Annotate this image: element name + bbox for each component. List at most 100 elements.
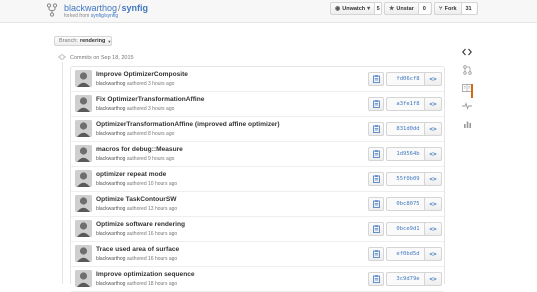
commit-title[interactable]: Trace used area of surface — [96, 246, 179, 253]
clipboard-icon — [372, 75, 380, 83]
avatar[interactable] — [75, 145, 92, 162]
commit-title[interactable]: macros for debug::Measure — [96, 146, 183, 153]
commit-time: authored 18 hours ago — [126, 281, 178, 287]
sidebar-item-pull-requests[interactable] — [457, 61, 477, 79]
clipboard-icon — [372, 125, 380, 133]
repo-header: blackwarthog/synfig forked from synfig/s… — [0, 0, 537, 23]
forks-count[interactable]: 31 — [460, 3, 476, 14]
copy-sha-button[interactable] — [368, 147, 384, 161]
unwatch-button[interactable]: ◉ Unwatch ▾ 5 — [330, 2, 382, 15]
commit-author[interactable]: blackwarthog — [96, 181, 125, 187]
copy-sha-button[interactable] — [368, 247, 384, 261]
commit-time: authored 10 hours ago — [126, 181, 178, 187]
commit-meta: blackwarthog authored 3 hours ago — [96, 106, 174, 112]
unstar-label: Unstar — [396, 5, 414, 12]
clipboard-icon — [372, 250, 380, 258]
browse-repo-button[interactable]: <> — [424, 147, 442, 161]
eye-icon: ◉ — [335, 6, 341, 12]
commit-title[interactable]: Fix OptimizerTransformationAffine — [96, 96, 204, 103]
commit-meta: blackwarthog authored 16 hours ago — [96, 231, 177, 237]
sidebar-item-pulse[interactable] — [457, 97, 477, 115]
active-indicator — [471, 84, 473, 98]
browse-repo-button[interactable]: <> — [424, 97, 442, 111]
commit-row: Optimize software rendering blackwarthog… — [71, 217, 444, 242]
avatar[interactable] — [75, 245, 92, 262]
commit-title[interactable]: Optimize TaskContourSW — [96, 196, 176, 203]
commit-row: macros for debug::Measure blackwarthog a… — [71, 142, 444, 167]
commit-title[interactable]: OptimizerTransformationAffine (improved … — [96, 121, 280, 128]
commit-author[interactable]: blackwarthog — [96, 131, 125, 137]
avatar[interactable] — [75, 95, 92, 112]
commit-title[interactable]: optimizer repeat mode — [96, 171, 166, 178]
commit-author[interactable]: blackwarthog — [96, 256, 125, 262]
commit-author[interactable]: blackwarthog — [96, 231, 125, 237]
unstar-button[interactable]: ★ Unstar 0 — [384, 2, 432, 15]
fork-button[interactable]: ⑂ Fork 31 — [434, 2, 478, 15]
browse-repo-button[interactable]: <> — [424, 197, 442, 211]
copy-sha-button[interactable] — [368, 122, 384, 136]
browse-repo-button[interactable]: <> — [424, 122, 442, 136]
clipboard-icon — [372, 200, 380, 208]
star-icon: ★ — [389, 6, 395, 12]
pulse-icon — [462, 102, 472, 110]
commit-time: authored 13 hours ago — [126, 206, 178, 212]
commit-title[interactable]: Improve OptimizerComposite — [96, 71, 188, 78]
commit-time: authored 16 hours ago — [126, 231, 178, 237]
clipboard-icon — [372, 175, 380, 183]
browse-repo-button[interactable]: <> — [424, 172, 442, 186]
git-commit-icon — [58, 54, 66, 60]
commit-group-date: Commits on Sep 18, 2015 — [70, 55, 134, 61]
commit-meta: blackwarthog authored 9 hours ago — [96, 156, 174, 162]
commit-row: Improve optimization sequence blackwarth… — [71, 267, 444, 292]
commit-author[interactable]: blackwarthog — [96, 156, 125, 162]
fork-label: Fork — [444, 5, 457, 12]
sidebar-item-code[interactable] — [457, 43, 477, 61]
commit-author[interactable]: blackwarthog — [96, 206, 125, 212]
commit-title[interactable]: Improve optimization sequence — [96, 271, 195, 278]
repo-forked-icon — [46, 3, 58, 17]
sidebar-item-graphs[interactable] — [457, 115, 477, 133]
commit-row: optimizer repeat mode blackwarthog autho… — [71, 167, 444, 192]
browse-repo-button[interactable]: <> — [424, 72, 442, 86]
avatar[interactable] — [75, 70, 92, 87]
chevron-down-icon: ▾ — [367, 6, 371, 12]
commit-meta: blackwarthog authored 13 hours ago — [96, 206, 177, 212]
forked-source-link[interactable]: synfig/synfig — [91, 13, 119, 19]
copy-sha-button[interactable] — [368, 222, 384, 236]
copy-sha-button[interactable] — [368, 72, 384, 86]
avatar[interactable] — [75, 270, 92, 287]
browse-repo-button[interactable]: <> — [424, 247, 442, 261]
commit-time: authored 3 hours ago — [126, 81, 175, 87]
commit-meta: blackwarthog authored 3 hours ago — [96, 81, 174, 87]
forked-prefix: forked from — [64, 13, 90, 19]
chevron-down-icon: ▼ — [107, 38, 112, 44]
avatar[interactable] — [75, 195, 92, 212]
commit-list: Improve OptimizerComposite blackwarthog … — [70, 66, 445, 292]
copy-sha-button[interactable] — [368, 172, 384, 186]
watchers-count[interactable]: 5 — [374, 3, 381, 14]
clipboard-icon — [372, 150, 380, 158]
avatar[interactable] — [75, 170, 92, 187]
avatar[interactable] — [75, 220, 92, 237]
browse-repo-button[interactable]: <> — [424, 222, 442, 236]
repo-name-link[interactable]: synfig — [122, 3, 149, 13]
commit-meta: blackwarthog authored 10 hours ago — [96, 181, 177, 187]
commit-author[interactable]: blackwarthog — [96, 81, 125, 87]
commit-meta: blackwarthog authored 18 hours ago — [96, 281, 177, 287]
commit-meta: blackwarthog authored 16 hours ago — [96, 256, 177, 262]
stars-count[interactable]: 0 — [417, 3, 430, 14]
copy-sha-button[interactable] — [368, 97, 384, 111]
branch-select[interactable]: Branch: rendering ▼ — [54, 36, 112, 46]
avatar[interactable] — [75, 120, 92, 137]
commit-title[interactable]: Optimize software rendering — [96, 221, 185, 228]
commit-author[interactable]: blackwarthog — [96, 281, 125, 287]
repo-owner-link[interactable]: blackwarthog — [64, 3, 117, 13]
commit-time: authored 3 hours ago — [126, 106, 175, 112]
commit-author[interactable]: blackwarthog — [96, 106, 125, 112]
branch-label: Branch: — [59, 38, 78, 44]
forked-from: forked from synfig/synfig — [64, 13, 118, 19]
copy-sha-button[interactable] — [368, 197, 384, 211]
repo-path: blackwarthog/synfig — [64, 3, 148, 13]
sidebar-item-wiki[interactable] — [457, 79, 477, 97]
clipboard-icon — [372, 225, 380, 233]
